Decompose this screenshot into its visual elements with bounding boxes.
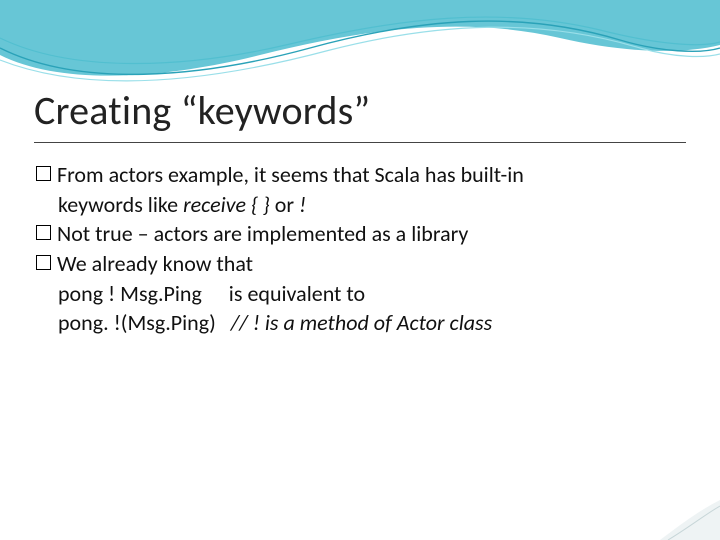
bullet-1: From actors example, it seems that Scala… — [36, 160, 676, 190]
slide-title: Creating “keywords” — [34, 86, 370, 135]
wave-decoration — [0, 0, 720, 90]
slide-body: From actors example, it seems that Scala… — [36, 160, 676, 338]
title-underline — [34, 142, 686, 143]
square-bullet-icon — [36, 166, 51, 181]
bullet-2: Not true – actors are implemented as a l… — [36, 219, 676, 249]
square-bullet-icon — [36, 255, 51, 270]
corner-decoration — [660, 500, 720, 540]
bullet-3-line3: pong. !(Msg.Ping) // ! is a method of Ac… — [36, 308, 676, 338]
bullet-3: We already know that — [36, 249, 676, 279]
bullet-text: From actors example, it seems that Scala… — [57, 160, 676, 190]
square-bullet-icon — [36, 225, 51, 240]
bullet-text: We already know that — [57, 249, 676, 279]
bullet-3-line2: pong ! Msg.Ping is equivalent to — [36, 279, 676, 309]
bullet-1-line2: keywords like receive { } or ! — [36, 190, 676, 220]
bullet-text: Not true – actors are implemented as a l… — [57, 219, 676, 249]
slide: Creating “keywords” From actors example,… — [0, 0, 720, 540]
